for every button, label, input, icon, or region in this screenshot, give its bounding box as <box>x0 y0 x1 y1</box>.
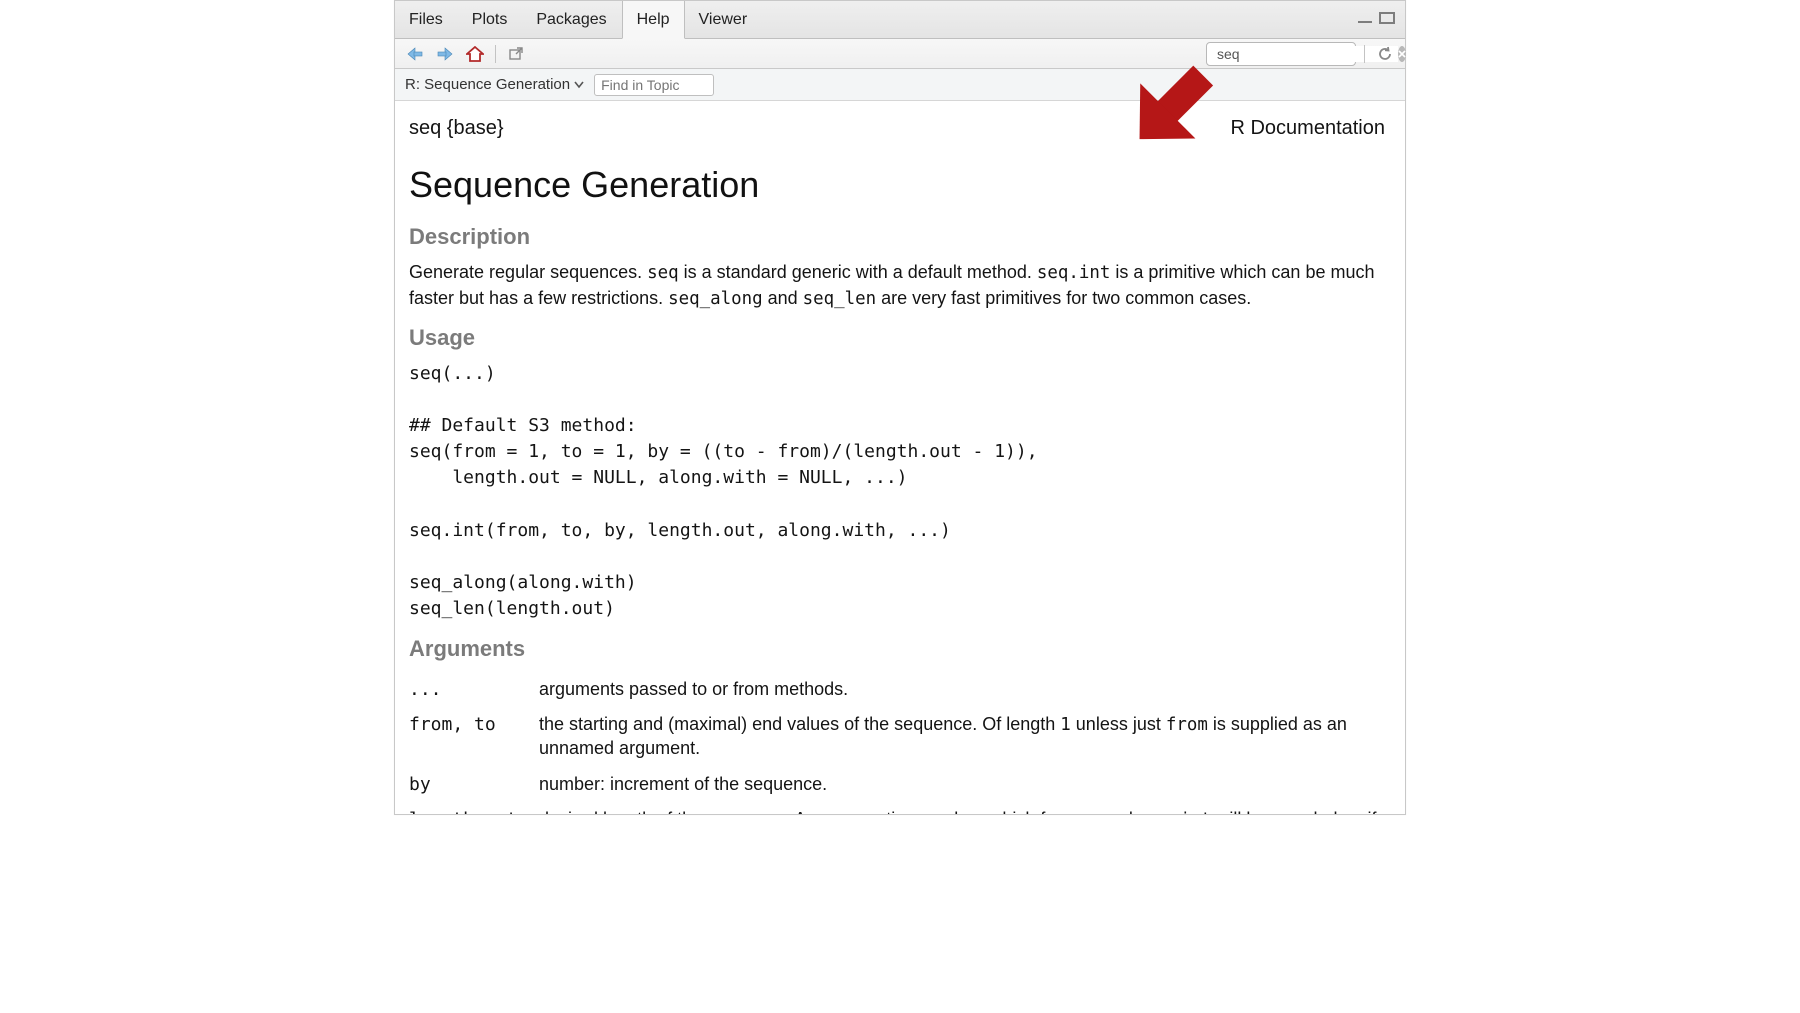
arg-name: ... <box>409 672 539 707</box>
description-text: Generate regular sequences. seq is a sta… <box>409 260 1385 311</box>
help-search-box[interactable] <box>1206 42 1356 66</box>
tab-viewer[interactable]: Viewer <box>685 1 763 38</box>
table-row: from, to the starting and (maximal) end … <box>409 707 1385 766</box>
back-button[interactable] <box>403 43 427 65</box>
tabbar: Files Plots Packages Help Viewer <box>395 1 1405 39</box>
doc-header: seq {base} R Documentation <box>409 113 1385 150</box>
table-row: length.out desired length of the sequenc… <box>409 802 1385 814</box>
rdoc-label: R Documentation <box>1230 117 1385 140</box>
arg-desc: the starting and (maximal) end values of… <box>539 707 1385 766</box>
tab-files[interactable]: Files <box>395 1 458 38</box>
maximize-icon[interactable] <box>1379 11 1395 29</box>
help-pane: Files Plots Packages Help Viewer <box>394 0 1406 815</box>
arg-desc: number: increment of the sequence. <box>539 767 1385 802</box>
separator <box>1364 45 1365 63</box>
tab-help[interactable]: Help <box>622 1 685 39</box>
find-in-topic-input[interactable] <box>594 74 714 96</box>
window-controls <box>1357 1 1405 38</box>
forward-button[interactable] <box>433 43 457 65</box>
usage-block: seq(...) ## Default S3 method: seq(from … <box>409 361 1385 622</box>
help-search-input[interactable] <box>1213 46 1398 62</box>
tab-packages[interactable]: Packages <box>522 1 621 38</box>
tab-plots[interactable]: Plots <box>458 1 523 38</box>
breadcrumb-label: R: Sequence Generation <box>405 76 570 93</box>
chevron-down-icon <box>574 81 584 89</box>
breadcrumb[interactable]: R: Sequence Generation <box>405 76 584 93</box>
table-row: ... arguments passed to or from methods. <box>409 672 1385 707</box>
clear-search-button[interactable] <box>1398 46 1406 62</box>
help-content: seq {base} R Documentation Sequence Gene… <box>395 101 1405 814</box>
arg-desc: desired length of the sequence. A non-ne… <box>539 802 1385 814</box>
spacer <box>762 1 1357 38</box>
help-breadcrumb-bar: R: Sequence Generation <box>395 69 1405 101</box>
refresh-button[interactable] <box>1373 43 1397 65</box>
arg-name: from, to <box>409 707 539 766</box>
section-arguments: Arguments <box>409 636 1385 662</box>
page-title: Sequence Generation <box>409 164 1385 206</box>
arg-name: length.out <box>409 802 539 814</box>
arguments-table: ... arguments passed to or from methods.… <box>409 672 1385 814</box>
help-toolbar <box>395 39 1405 69</box>
section-description: Description <box>409 224 1385 250</box>
arg-name: by <box>409 767 539 802</box>
minimize-icon[interactable] <box>1357 11 1373 29</box>
section-usage: Usage <box>409 325 1385 351</box>
popout-button[interactable] <box>504 43 528 65</box>
arg-desc: arguments passed to or from methods. <box>539 672 1385 707</box>
table-row: by number: increment of the sequence. <box>409 767 1385 802</box>
package-header: seq {base} <box>409 117 504 140</box>
home-button[interactable] <box>463 43 487 65</box>
separator <box>495 45 496 63</box>
